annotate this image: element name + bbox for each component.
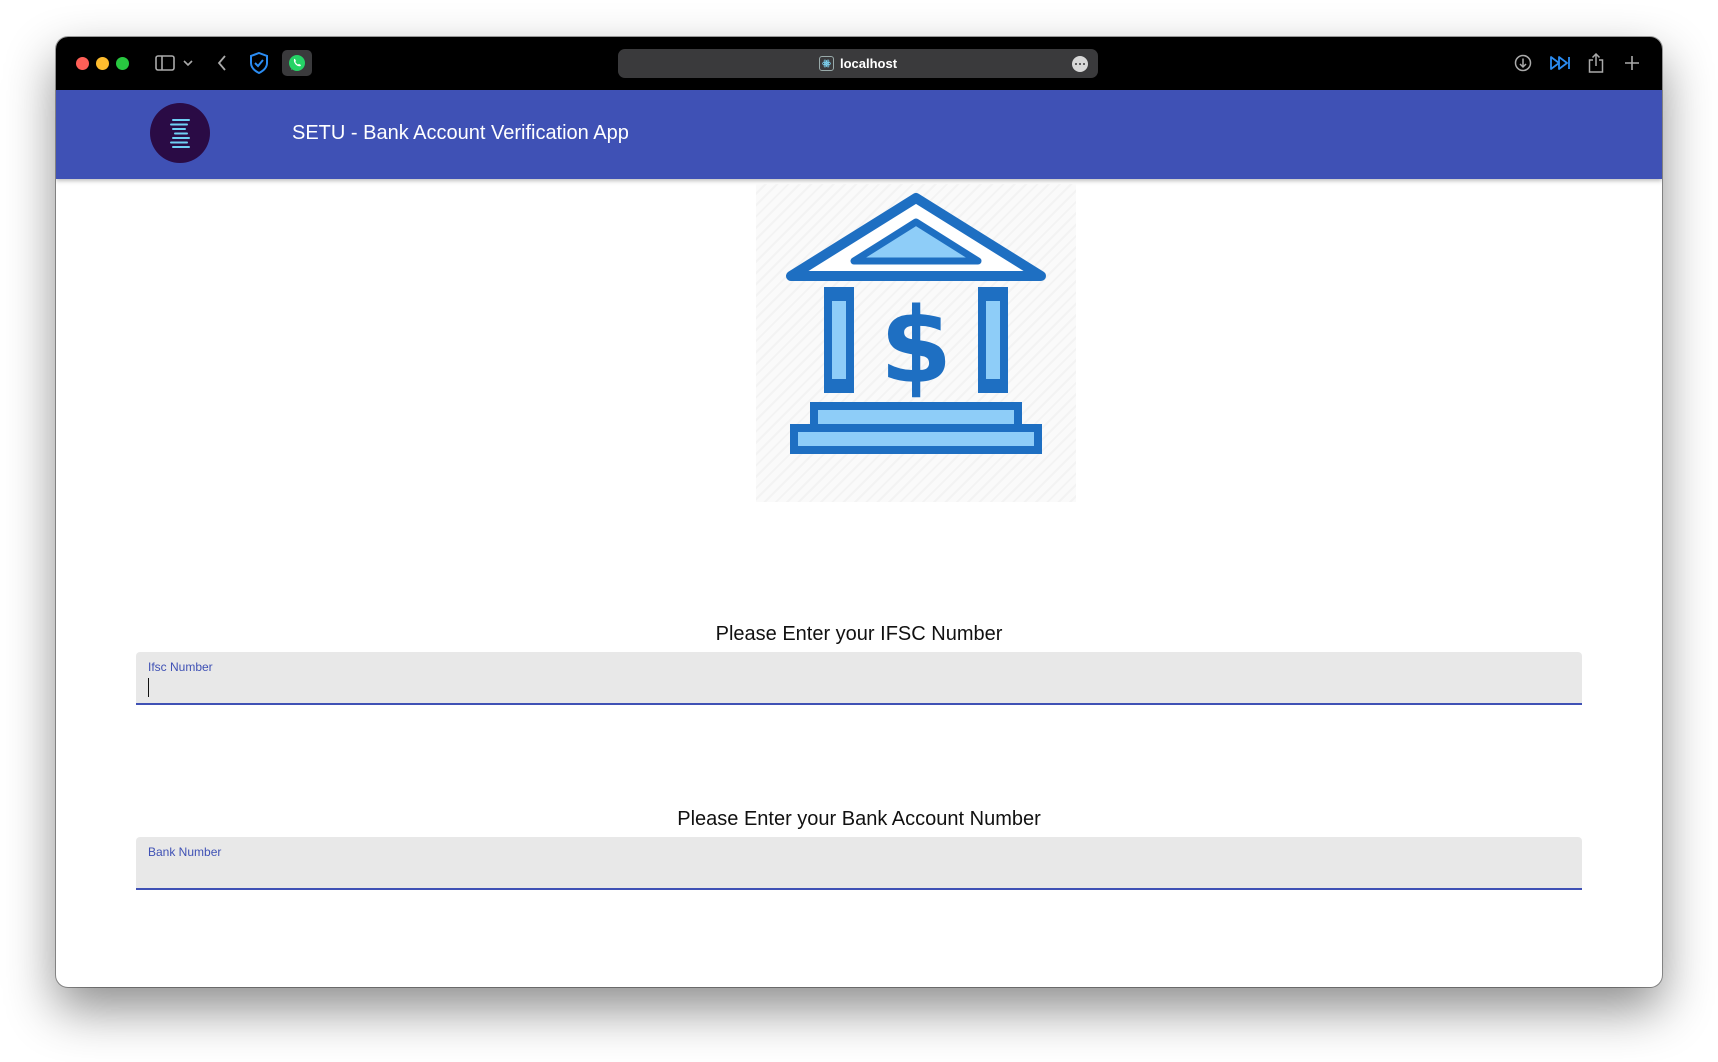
bank-prompt: Please Enter your Bank Account Number [677,808,1041,830]
close-window-button[interactable] [76,57,89,70]
text-cursor [148,678,149,697]
more-options-icon[interactable] [1072,56,1088,72]
svg-text:$: $ [880,285,952,407]
main-content: $ Please Enter your IFSC Number Ifsc Num… [56,179,1662,987]
browser-window: localhost SETU - Bank Account Verificati… [56,37,1662,987]
browser-toolbar: localhost [56,37,1662,90]
share-icon[interactable] [1585,50,1607,76]
setu-logo-icon [150,103,210,163]
ifsc-field[interactable]: Ifsc Number [136,652,1582,705]
app-title: SETU - Bank Account Verification App [292,122,629,144]
chevron-down-icon[interactable] [180,50,196,76]
minimize-window-button[interactable] [96,57,109,70]
bank-building-icon: $ [756,184,1076,502]
shield-icon[interactable] [247,50,271,76]
whatsapp-icon[interactable] [282,50,312,76]
bank-number-input[interactable] [148,861,1558,883]
back-icon[interactable] [212,50,232,76]
app-header: SETU - Bank Account Verification App [56,90,1662,179]
site-icon [818,56,834,71]
bank-number-field[interactable]: Bank Number [136,837,1582,890]
ifsc-prompt: Please Enter your IFSC Number [715,623,1003,645]
download-icon[interactable] [1511,50,1535,76]
bank-number-field-label: Bank Number [148,845,222,859]
new-tab-icon[interactable] [1621,50,1643,76]
address-bar[interactable]: localhost [618,49,1098,78]
sidebar-icon[interactable] [152,50,178,76]
ifsc-input[interactable] [148,676,1558,698]
url-text: localhost [839,56,898,71]
ifsc-field-label: Ifsc Number [148,660,213,674]
maximize-window-button[interactable] [116,57,129,70]
forward-icon[interactable] [1547,50,1573,76]
